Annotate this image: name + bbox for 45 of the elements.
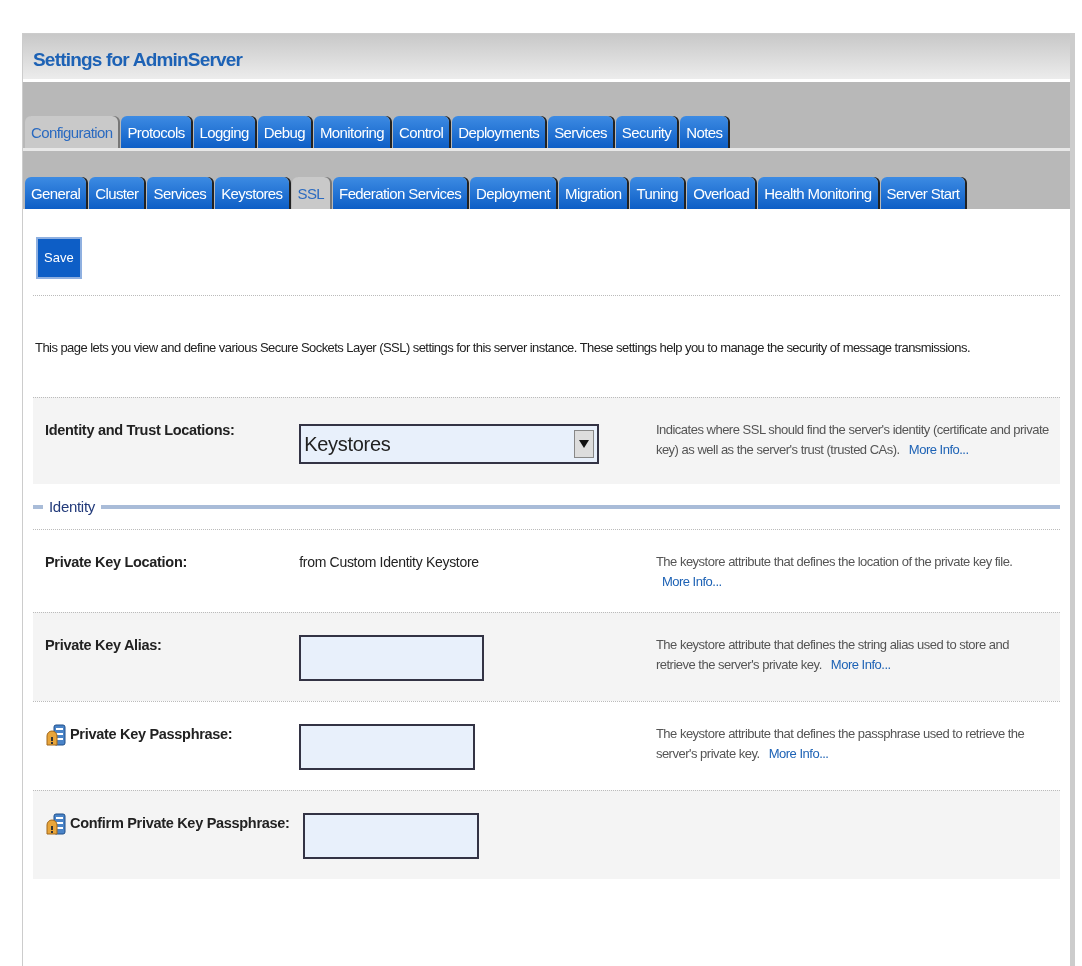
caret-icon [574,430,595,458]
more-info-link[interactable]: More Info... [830,656,891,672]
field-label: Private Key Passphrase: [70,724,233,744]
password-field[interactable] [299,723,476,770]
more-info-link[interactable]: More Info... [661,573,722,589]
tab[interactable]: Overload [687,177,756,209]
tab[interactable]: Security [615,116,678,148]
tab[interactable]: SSL [291,177,331,209]
select-field[interactable]: Keystores [299,424,600,464]
tab[interactable]: Logging [193,116,255,148]
field-label: Private Key Alias: [45,635,162,655]
tab[interactable]: Tuning [630,177,685,209]
field-value: from Custom Identity Keystore [299,553,479,570]
panel-title: Settings for AdminServer [23,34,1070,82]
tab[interactable]: Migration [559,177,628,209]
tab[interactable]: Control [393,116,450,148]
tab[interactable]: Federation Services [333,177,468,209]
tab[interactable]: Monitoring [313,116,390,148]
field-label: Private Key Location: [45,552,187,572]
field-description: The keystore attribute that defines the string alias used to store and retrieve the server's private key. More Info... [655,635,1010,674]
section-legend: Identity [49,496,95,519]
tab[interactable]: Health Monitoring [758,177,878,209]
tab[interactable]: Keystores [215,177,289,209]
more-info-link[interactable]: More Info... [908,442,969,458]
tab[interactable]: Configuration [25,116,119,148]
field-description: Indicates where SSL should find the server's identity (certificate and private key) as well as the server's trust (trusted CAs). More Info... [655,421,1050,460]
tab[interactable]: Notes [680,116,729,148]
tab[interactable]: Deployments [452,116,546,148]
password-field[interactable] [303,812,479,859]
tab[interactable]: Services [147,177,213,209]
tab[interactable]: Server Start [880,177,966,209]
tab[interactable]: Debug [257,116,311,148]
tab[interactable]: General [25,177,87,209]
tab[interactable]: Deployment [470,177,557,209]
tab[interactable]: Protocols [121,116,191,148]
tab[interactable]: Services [548,116,613,148]
more-info-link[interactable]: More Info... [768,745,829,761]
save-button[interactable]: Save [36,237,82,279]
intro-text: This page lets you view and define various Secure Sockets Layer (SSL) settings for this server instance. These settings help you to manage the security of message transmissions. [34,338,971,357]
field-description: The keystore attribute that defines the passphrase used to retrieve the server's private key. More Info... [655,724,1026,763]
field-label: Confirm Private Key Passphrase: [70,813,290,833]
tab[interactable]: Cluster [89,177,145,209]
field-label: Identity and Trust Locations: [45,421,235,440]
input-field[interactable] [299,634,485,681]
field-description: The keystore attribute that defines the location of the private key file. More Info... [655,552,1014,591]
